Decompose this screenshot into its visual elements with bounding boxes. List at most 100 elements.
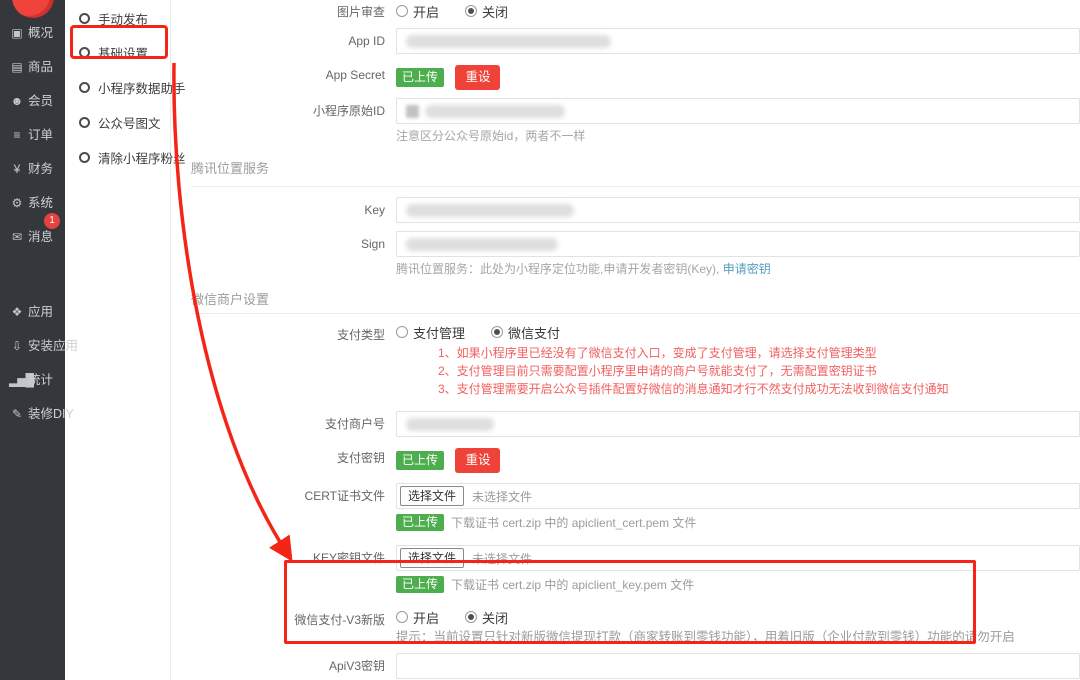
- image-review-on-radio[interactable]: [396, 5, 408, 17]
- cert-uploaded-badge: 已上传: [396, 514, 444, 531]
- radio-option-label: 关闭: [482, 2, 508, 21]
- key-choose-file-button[interactable]: 选择文件: [400, 548, 464, 568]
- pay-type-label: 支付类型: [171, 322, 396, 343]
- sidebar-item-label: 安装应用: [28, 339, 78, 353]
- pay-secret-uploaded-badge: 已上传: [396, 451, 444, 470]
- sidebar-item-label: 统计: [28, 373, 53, 387]
- submenu-item-label: 公众号图文: [98, 113, 161, 132]
- submenu-item-miniprogram-data-assistant[interactable]: 小程序数据助手: [79, 77, 186, 97]
- sidebar-item-decorate-diy[interactable]: ✎装修DIY: [0, 399, 65, 429]
- sidebar-item-overview[interactable]: ▣概况: [0, 18, 65, 48]
- merchant-no-label: 支付商户号: [171, 411, 396, 437]
- redacted-value: [406, 418, 494, 431]
- sidebar-item-apps[interactable]: ❖应用: [0, 297, 65, 327]
- cert-file-placeholder: 未选择文件: [472, 488, 532, 505]
- apiv3-key-input[interactable]: [396, 653, 1080, 679]
- app-logo[interactable]: [12, 0, 54, 18]
- v3-on-radio[interactable]: [396, 611, 408, 623]
- app-secret-reset-button[interactable]: 重设: [455, 65, 500, 90]
- location-sign-label: Sign: [171, 231, 396, 257]
- settings-form: 图片审查 开启 关闭 App ID App Secret 已上传 重设: [171, 0, 1080, 680]
- submenu-item-official-account-articles[interactable]: 公众号图文: [79, 112, 161, 132]
- section-title-tencent-location: 腾讯位置服务: [191, 158, 1080, 174]
- submenu-item-label: 手动发布: [98, 9, 148, 28]
- section-divider: [191, 313, 1080, 314]
- system-gear-icon: ⚙: [9, 188, 24, 218]
- main-sidebar: ▣概况 ▤商品 ☻会员 ≡订单 ¥财务 ⚙系统 ✉消息1 ❖应用 ⇩安装应用 ▂…: [0, 0, 65, 680]
- sidebar-item-label: 订单: [28, 128, 53, 142]
- sidebar-item-products[interactable]: ▤ 商品: [0, 52, 65, 82]
- cert-file-note: 下载证书 cert.zip 中的 apiclient_cert.pem 文件: [451, 514, 696, 531]
- redacted-value: [425, 105, 565, 118]
- original-id-input[interactable]: [396, 98, 1080, 124]
- v3-hint: 提示：当前设置只针对新版微信提现打款（商家转账到零钱功能），用着旧版（企业付款到…: [396, 630, 1080, 645]
- sidebar-item-finance[interactable]: ¥财务: [0, 154, 65, 184]
- redacted-value: [406, 105, 419, 118]
- original-id-row: 小程序原始ID 注意区分公众号原始id，两者不一样: [171, 98, 1080, 144]
- merchant-no-input[interactable]: [396, 411, 1080, 437]
- key-uploaded-badge: 已上传: [396, 576, 444, 593]
- submenu-item-basic-settings[interactable]: 基础设置: [79, 42, 148, 62]
- location-sign-input[interactable]: [396, 231, 1080, 257]
- original-id-note: 注意区分公众号原始id，两者不一样: [396, 129, 1080, 144]
- sidebar-item-install-apps[interactable]: ⇩安装应用: [0, 331, 65, 361]
- pay-secret-reset-button[interactable]: 重设: [455, 448, 500, 473]
- key-file-input[interactable]: 选择文件 未选择文件: [396, 545, 1080, 571]
- sidebar-item-orders[interactable]: ≡ 订单: [0, 120, 65, 150]
- submenu-item-label: 小程序数据助手: [98, 78, 186, 97]
- sidebar-item-label: 应用: [28, 305, 53, 319]
- sidebar-item-members[interactable]: ☻会员: [0, 86, 65, 116]
- image-review-row: 图片审查 开启 关闭: [171, 1, 1080, 20]
- app-secret-uploaded-badge: 已上传: [396, 68, 444, 87]
- pay-type-manage-radio[interactable]: [396, 326, 408, 338]
- redacted-value: [406, 204, 574, 217]
- location-key-label: Key: [171, 197, 396, 223]
- pay-secret-row: 支付密钥 已上传 重设: [171, 445, 1080, 473]
- apiv3-key-label: ApiV3密钥: [171, 653, 396, 679]
- pay-secret-label: 支付密钥: [171, 445, 396, 471]
- sidebar-item-label: 商品: [28, 60, 53, 74]
- products-icon: ▤: [9, 52, 24, 82]
- cert-file-row: CERT证书文件 选择文件 未选择文件 已上传 下载证书 cert.zip 中的…: [171, 483, 1080, 531]
- radio-circle-icon: [79, 82, 90, 93]
- image-review-off-radio[interactable]: [465, 5, 477, 17]
- pay-type-wechat-radio[interactable]: [491, 326, 503, 338]
- page: ▣概况 ▤商品 ☻会员 ≡订单 ¥财务 ⚙系统 ✉消息1 ❖应用 ⇩安装应用 ▂…: [0, 0, 1080, 680]
- location-sign-row: Sign 腾讯位置服务：此处为小程序定位功能,申请开发者密钥(Key), 申请密…: [171, 231, 1080, 277]
- radio-option-label: 关闭: [482, 608, 508, 627]
- cert-choose-file-button[interactable]: 选择文件: [400, 486, 464, 506]
- radio-option-label: 支付管理: [413, 323, 465, 342]
- install-icon: ⇩: [9, 331, 24, 361]
- submenu-item-manual-publish[interactable]: 手动发布: [79, 8, 148, 28]
- v3-off-radio[interactable]: [465, 611, 477, 623]
- location-note: 腾讯位置服务：此处为小程序定位功能,申请开发者密钥(Key), 申请密钥: [396, 262, 1080, 277]
- app-secret-label: App Secret: [171, 62, 396, 88]
- app-secret-row: App Secret 已上传 重设: [171, 62, 1080, 90]
- cert-file-label: CERT证书文件: [171, 483, 396, 509]
- submenu-item-label: 清除小程序粉丝: [98, 148, 186, 167]
- sidebar-item-label: 会员: [28, 94, 53, 108]
- merchant-no-row: 支付商户号: [171, 411, 1080, 437]
- cert-file-input[interactable]: 选择文件 未选择文件: [396, 483, 1080, 509]
- section-title-wechat-merchant: 微信商户设置: [191, 289, 1080, 305]
- overview-icon: ▣: [9, 18, 24, 48]
- sidebar-item-label: 消息: [28, 230, 53, 244]
- pay-type-note-1: 1、如果小程序里已经没有了微信支付入口，变成了支付管理，请选择支付管理类型: [438, 346, 1080, 361]
- app-id-input[interactable]: [396, 28, 1080, 54]
- original-id-label: 小程序原始ID: [171, 98, 396, 124]
- radio-circle-icon: [79, 117, 90, 128]
- location-key-input[interactable]: [396, 197, 1080, 223]
- sidebar-item-label: 装修DIY: [28, 407, 74, 421]
- sidebar-item-messages[interactable]: ✉消息1: [0, 222, 65, 252]
- sidebar-item-statistics[interactable]: ▂▅█统计: [0, 365, 65, 395]
- settings-submenu: 手动发布 基础设置 小程序数据助手 公众号图文 清除小程序粉丝: [65, 0, 171, 680]
- submenu-item-clear-miniprogram-fans[interactable]: 清除小程序粉丝: [79, 147, 186, 167]
- apply-key-link[interactable]: 申请密钥: [723, 262, 771, 276]
- wechat-pay-v3-row: 微信支付-V3新版 开启 关闭 提示：当前设置只针对新版微信提现打款（商家转账到…: [171, 609, 1080, 645]
- image-review-label: 图片审查: [171, 1, 396, 20]
- apiv3-key-row: ApiV3密钥: [171, 653, 1080, 679]
- location-note-text: 腾讯位置服务：此处为小程序定位功能,申请开发者密钥(Key),: [396, 262, 723, 276]
- radio-circle-icon: [79, 13, 90, 24]
- orders-icon: ≡: [9, 120, 24, 150]
- key-file-placeholder: 未选择文件: [472, 550, 532, 567]
